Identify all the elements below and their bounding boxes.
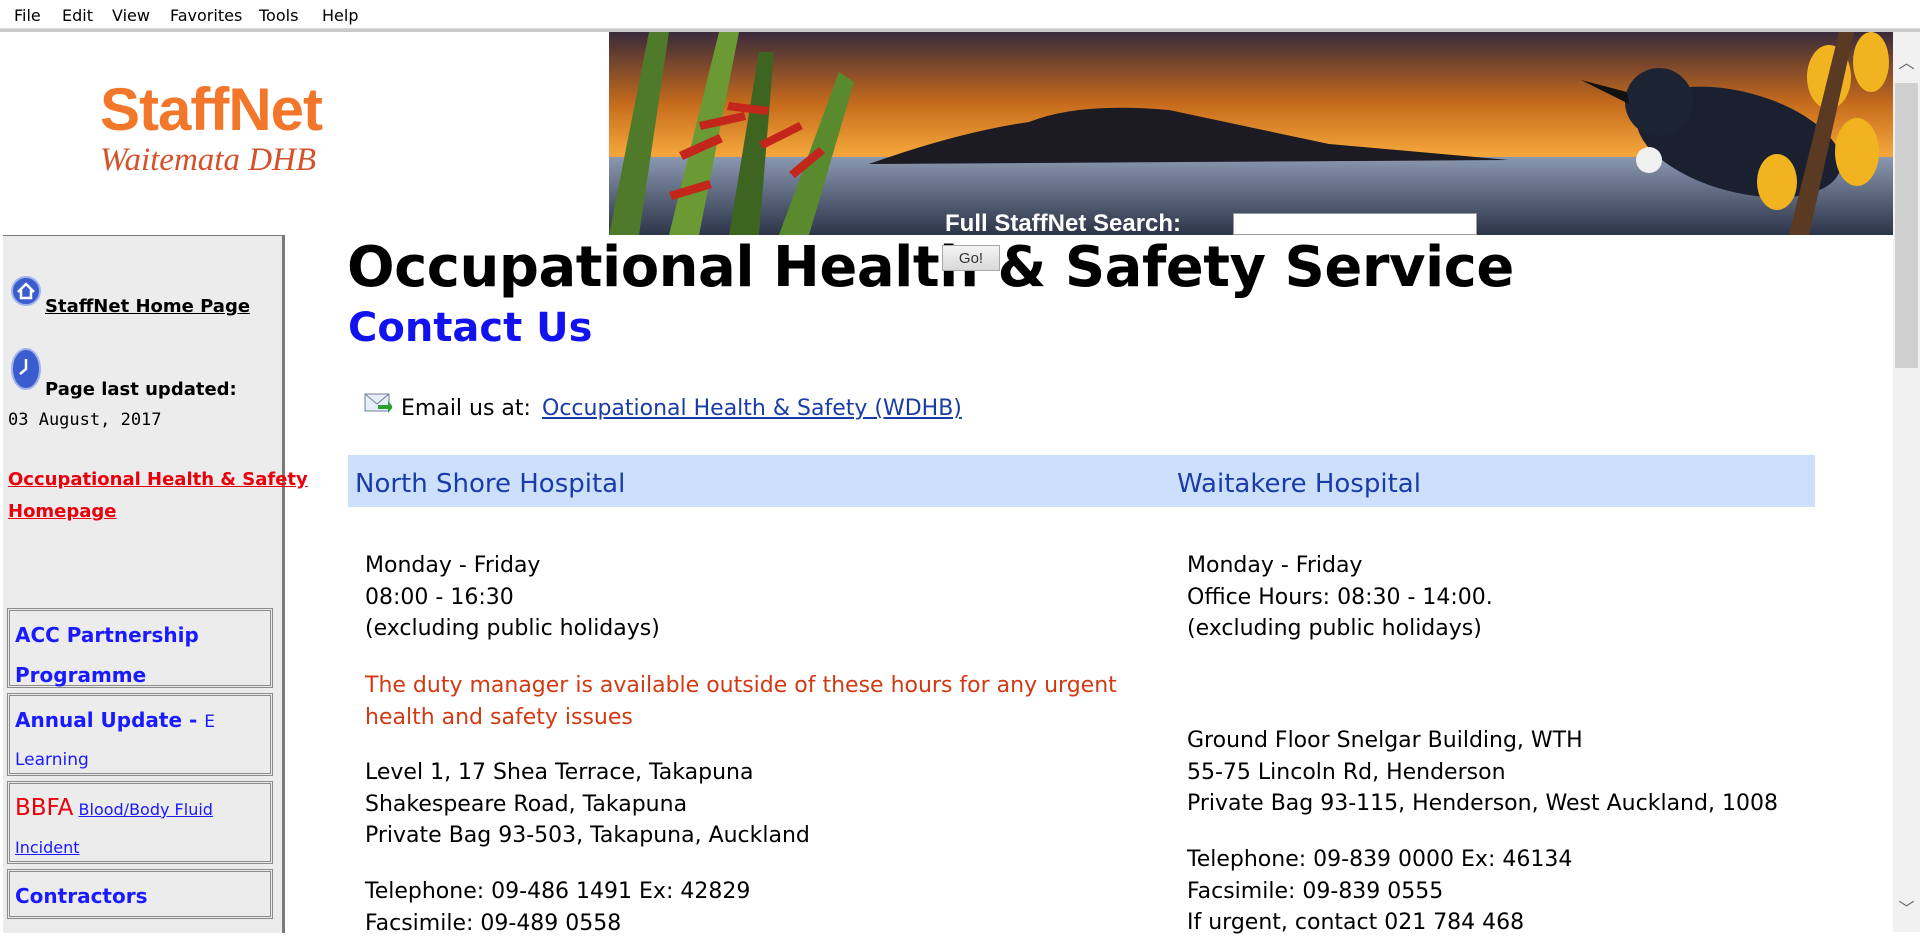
north-days: Monday - Friday — [365, 550, 660, 582]
scroll-up-icon[interactable]: ︿ — [1893, 50, 1920, 76]
waitakere-addr-2: 55-75 Lincoln Rd, Henderson — [1187, 757, 1778, 789]
north-fax: Facsimile: 09-489 0558 — [365, 908, 750, 939]
logo-staffnet[interactable]: StaffNet — [100, 80, 322, 140]
menu-help[interactable]: Help — [322, 6, 358, 25]
email-label: Email us at: — [401, 396, 531, 421]
search-input[interactable] — [1233, 213, 1477, 235]
menu-bar: File Edit View Favorites Tools Help — [0, 0, 1920, 29]
acc-label-line1[interactable]: ACC Partnership — [15, 623, 199, 647]
search-go-button[interactable]: Go! — [942, 245, 1000, 271]
north-shore-address: Level 1, 17 Shea Terrace, Takapuna Shake… — [365, 757, 810, 852]
logo-subtitle: Waitemata DHB — [100, 144, 316, 177]
annual-update-e[interactable]: E — [204, 712, 215, 732]
page-subtitle: Contact Us — [348, 308, 592, 348]
waitakere-holidays: (excluding public holidays) — [1187, 613, 1493, 645]
ohs-homepage-link-line2[interactable]: Homepage — [8, 501, 117, 522]
sidebar-item-acc[interactable]: ACC Partnership Programme — [7, 608, 273, 688]
waitakere-hours: Monday - Friday Office Hours: 08:30 - 14… — [1187, 550, 1493, 645]
scrollbar-thumb[interactable] — [1895, 83, 1918, 368]
waitakere-addr-3: Private Bag 93-115, Henderson, West Auck… — [1187, 788, 1778, 820]
menu-favorites[interactable]: Favorites — [170, 6, 242, 25]
scroll-down-icon[interactable]: ﹀ — [1893, 896, 1920, 922]
acc-label-line2[interactable]: Programme — [15, 663, 146, 687]
waitakere-days: Monday - Friday — [1187, 550, 1493, 582]
search-label: Full StaffNet Search: — [945, 212, 1181, 235]
waitakere-address: Ground Floor Snelgar Building, WTH 55-75… — [1187, 725, 1778, 820]
north-shore-contact: Telephone: 09-486 1491 Ex: 42829 Facsimi… — [365, 876, 750, 939]
ohs-homepage-link[interactable]: Occupational Health & Safety Homepage — [8, 464, 308, 528]
bbfa-desc-line2[interactable]: Incident — [15, 838, 80, 857]
contractors-label[interactable]: Contractors — [15, 884, 148, 908]
waitakere-addr-1: Ground Floor Snelgar Building, WTH — [1187, 725, 1778, 757]
waitakere-fax: Facsimile: 09-839 0555 — [1187, 876, 1572, 908]
north-addr-3: Private Bag 93-503, Takapuna, Auckland — [365, 820, 810, 852]
sidebar-item-annual-update[interactable]: Annual Update - E Learning — [7, 693, 273, 776]
menu-file[interactable]: File — [14, 6, 41, 25]
duty-notice-line1: The duty manager is available outside of… — [365, 670, 1117, 702]
bbfa-desc-line1[interactable]: Blood/Body Fluid — [79, 800, 213, 819]
banner-image — [609, 32, 1893, 235]
menu-view[interactable]: View — [112, 6, 150, 25]
duty-manager-notice: The duty manager is available outside of… — [365, 670, 1117, 733]
menu-tools[interactable]: Tools — [259, 6, 298, 25]
clock-icon — [11, 348, 41, 390]
waitakere-office-hours: Office Hours: 08:30 - 14:00. — [1187, 582, 1493, 614]
north-shore-heading: North Shore Hospital — [355, 469, 625, 499]
staffnet-home-link[interactable]: StaffNet Home Page — [45, 296, 250, 317]
site-banner: StaffNet Waitemata DHB — [3, 32, 1893, 235]
north-holidays: (excluding public holidays) — [365, 613, 660, 645]
waitakere-urgent: If urgent, contact 021 784 468 — [1187, 907, 1572, 939]
north-shore-hours: Monday - Friday 08:00 - 16:30 (excluding… — [365, 550, 660, 645]
waitakere-heading: Waitakere Hospital — [1177, 469, 1421, 499]
duty-notice-line2: health and safety issues — [365, 702, 1117, 734]
page-title: Occupational Health & Safety Service — [347, 240, 1514, 296]
ohs-homepage-link-line1[interactable]: Occupational Health & Safety — [8, 469, 308, 490]
email-icon — [364, 392, 392, 414]
north-addr-2: Shakespeare Road, Takapuna — [365, 789, 810, 821]
annual-update-label[interactable]: Annual Update - — [15, 708, 204, 732]
last-updated-date: 03 August, 2017 — [8, 410, 162, 430]
north-addr-1: Level 1, 17 Shea Terrace, Takapuna — [365, 757, 810, 789]
email-ohs-link[interactable]: Occupational Health & Safety (WDHB) — [542, 396, 962, 421]
sidebar-item-bbfa[interactable]: BBFA Blood/Body Fluid Incident — [7, 781, 273, 864]
last-updated-label: Page last updated: — [45, 379, 237, 400]
north-hours: 08:00 - 16:30 — [365, 582, 660, 614]
waitakere-contact: Telephone: 09-839 0000 Ex: 46134 Facsimi… — [1187, 844, 1572, 939]
waitakere-phone: Telephone: 09-839 0000 Ex: 46134 — [1187, 844, 1572, 876]
bbfa-label[interactable]: BBFA — [15, 795, 73, 821]
home-icon[interactable] — [11, 276, 41, 306]
sidebar-item-contractors[interactable]: Contractors — [7, 869, 273, 919]
menu-edit[interactable]: Edit — [62, 6, 93, 25]
left-sidebar: StaffNet Home Page Page last updated: 03… — [3, 235, 285, 933]
annual-update-learning[interactable]: Learning — [15, 750, 89, 770]
north-phone: Telephone: 09-486 1491 Ex: 42829 — [365, 876, 750, 908]
